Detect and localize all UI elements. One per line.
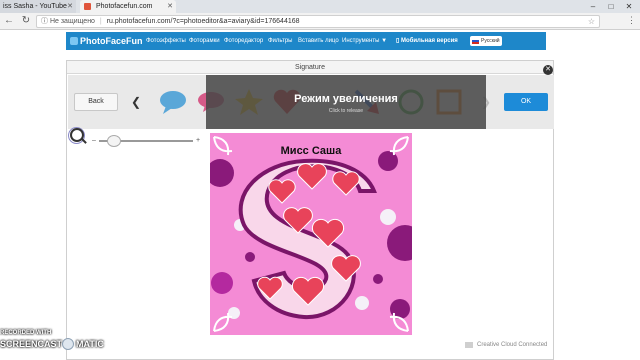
canvas-caption: Мисс Саша	[280, 145, 342, 157]
zoom-mode-hint: Click to release	[328, 108, 364, 114]
browser-menu-icon[interactable]: ⋮	[627, 15, 636, 26]
dialog-close-icon[interactable]: ✕	[543, 65, 553, 75]
status-text: Creative Cloud Connected	[477, 342, 548, 348]
maximize-icon[interactable]: □	[602, 0, 620, 13]
tab-label: Photofacefun.com	[96, 3, 153, 10]
logo-icon	[70, 37, 78, 45]
back-button[interactable]: Back	[74, 93, 118, 111]
nav-item-insert-face[interactable]: Вставить лицо	[298, 32, 339, 50]
tab-label: iss Sasha - YouTube	[3, 3, 67, 10]
slider-thumb[interactable]	[107, 135, 121, 147]
watermark-brand: SCREENCAST	[0, 339, 63, 349]
close-window-icon[interactable]: ✕	[620, 0, 638, 13]
scroll-left-icon[interactable]: ❮	[131, 93, 141, 111]
minimize-icon[interactable]: –	[584, 0, 602, 13]
mobile-version-link[interactable]: ▯ Мобильная версия	[396, 32, 458, 50]
reload-icon[interactable]: ↻	[20, 15, 32, 27]
bookmark-star-icon[interactable]: ☆	[588, 16, 595, 27]
url-input[interactable]: ⓘ Не защищено | ru.photofacefun.com/?c=p…	[36, 15, 600, 28]
browser-tab-strip: iss Sasha - YouTube ✕ Photofacefun.com ✕…	[0, 0, 640, 13]
dialog-title: Signature	[67, 61, 553, 74]
nav-item-tools[interactable]: Инструменты ▼	[342, 32, 387, 50]
screencast-logo-icon	[62, 338, 74, 350]
russian-flag-icon	[472, 38, 479, 44]
back-arrow-icon[interactable]: ←	[3, 15, 15, 27]
watermark-line1: RECORDED WITH	[0, 330, 52, 336]
editor-canvas[interactable]: Мисс Саша	[210, 133, 412, 335]
speech-bubble-blue-sticker[interactable]	[158, 87, 188, 117]
screencast-watermark: RECORDED WITH SCREENCAST MATIC	[0, 328, 120, 358]
nav-item-photoeffects[interactable]: Фотоэффекты	[146, 32, 186, 50]
zoom-mode-overlay[interactable]: Режим увеличения Click to release	[206, 75, 486, 129]
site-navigation: PhotoFaceFun Фотоэффекты Фоторамки Фотор…	[66, 32, 546, 50]
watermark-brand-end: MATIC	[76, 339, 104, 349]
nav-item-photoeditor[interactable]: Фоторедактор	[224, 32, 263, 50]
ok-button[interactable]: OK	[504, 93, 548, 111]
browser-tab-youtube[interactable]: iss Sasha - YouTube ✕	[0, 0, 76, 13]
favicon-icon	[84, 3, 91, 10]
zoom-slider[interactable]: – +	[90, 135, 206, 147]
address-bar: ← ↻ ⓘ Не защищено | ru.photofacefun.com/…	[0, 13, 640, 30]
magnifier-icon[interactable]	[70, 128, 84, 142]
close-tab-icon[interactable]: ✕	[167, 0, 173, 13]
security-label: Не защищено	[49, 18, 95, 25]
cloud-icon	[465, 342, 473, 348]
info-icon[interactable]: ⓘ	[41, 18, 48, 25]
close-tab-icon[interactable]: ✕	[67, 0, 73, 13]
nav-item-filters[interactable]: Фильтры	[268, 32, 292, 50]
browser-tab-photofacefun[interactable]: Photofacefun.com ✕	[80, 0, 176, 13]
site-logo[interactable]: PhotoFaceFun	[70, 34, 143, 48]
zoom-out-icon[interactable]: –	[92, 135, 96, 147]
zoom-in-icon[interactable]: +	[196, 135, 200, 147]
nav-item-photoframes[interactable]: Фоторамки	[189, 32, 220, 50]
zoom-mode-title: Режим увеличения	[294, 93, 398, 105]
canvas-artwork	[210, 133, 412, 335]
language-select[interactable]: Русский	[470, 36, 502, 46]
url-text: ru.photofacefun.com/?c=photoeditor&a=avi…	[106, 18, 300, 25]
